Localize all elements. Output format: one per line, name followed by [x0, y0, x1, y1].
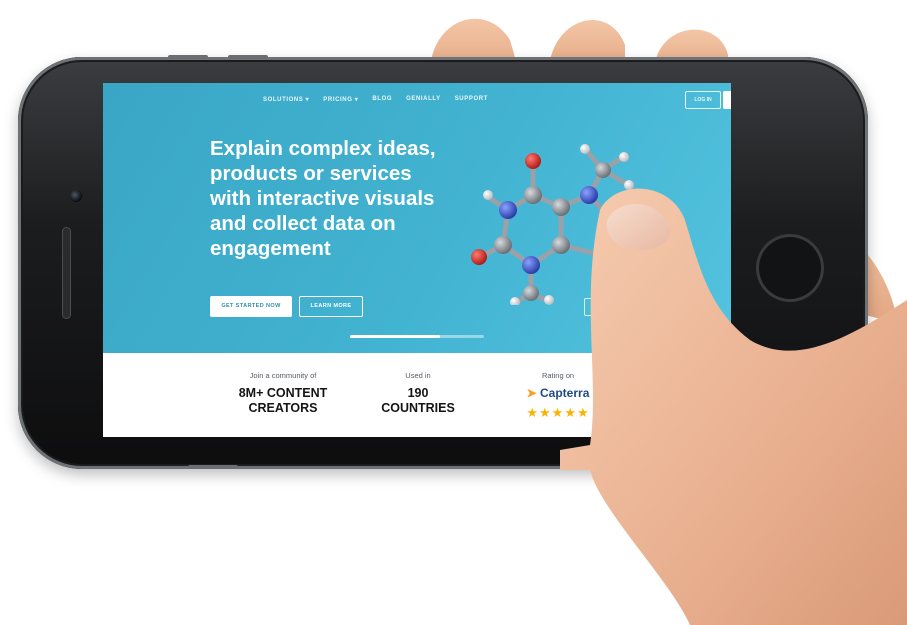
countries-value: 190 COUNTRIES [368, 386, 468, 416]
nav-item-support[interactable]: SUPPORT [455, 96, 488, 103]
community-stat: Join a community of 8M+ CONTENT CREATORS [218, 371, 348, 416]
hydrogen-atom [580, 144, 590, 154]
power-button [188, 465, 238, 469]
oxygen-atom [525, 153, 541, 169]
community-subtitle: Join a community of [249, 371, 317, 380]
signup-button[interactable] [723, 91, 731, 109]
countries-value-line: COUNTRIES [381, 401, 455, 415]
community-value-line: 8M+ CONTENT [238, 386, 328, 400]
hydrogen-atom [619, 152, 629, 162]
carbon-atom [524, 186, 542, 204]
top-nav: SOLUTIONS ▾ PRICING ▾ BLOG GENIALLY SUPP… [263, 96, 488, 103]
carousel-progress [350, 335, 484, 338]
hydrogen-atom [483, 190, 493, 200]
login-button[interactable]: LOG IN [685, 91, 721, 109]
carbon-atom [523, 285, 539, 301]
capterra-arrow-icon: ➤ [526, 386, 537, 400]
headline-line: and collect data on [210, 212, 396, 235]
nav-item-genially[interactable]: GENIALLY [406, 96, 441, 103]
volume-up-button [168, 55, 208, 59]
carbon-atom [595, 162, 611, 178]
oxygen-atom [471, 249, 487, 265]
hero-headline: Explain complex ideas, products or servi… [210, 136, 470, 261]
nav-item-solutions[interactable]: SOLUTIONS ▾ [263, 96, 309, 103]
countries-subtitle: Used in [405, 371, 431, 380]
nav-item-pricing[interactable]: PRICING ▾ [323, 96, 358, 103]
volume-down-button [228, 55, 268, 59]
nav-item-blog[interactable]: BLOG [372, 96, 392, 103]
earpiece-speaker [62, 227, 71, 319]
community-value-line: CREATORS [248, 401, 318, 415]
countries-stat: Used in 190 COUNTRIES [368, 371, 468, 416]
nitrogen-atom [499, 201, 517, 219]
headline-line: engagement [210, 237, 331, 260]
hydrogen-atom [544, 295, 554, 305]
headline-line: products or services [210, 162, 412, 185]
front-camera [70, 190, 82, 202]
countries-value-line: 190 [407, 386, 429, 400]
carbon-atom [494, 236, 512, 254]
nitrogen-atom [522, 256, 540, 274]
carousel-progress-fill [350, 335, 440, 338]
headline-line: Explain complex ideas, [210, 137, 436, 160]
hand-thumb-palm [560, 188, 907, 625]
community-value: 8M+ CONTENT CREATORS [218, 386, 348, 416]
headline-line: with interactive visuals [210, 187, 435, 210]
learn-more-button[interactable]: LEARN MORE [299, 296, 363, 317]
get-started-button[interactable]: GET STARTED NOW [210, 296, 292, 317]
